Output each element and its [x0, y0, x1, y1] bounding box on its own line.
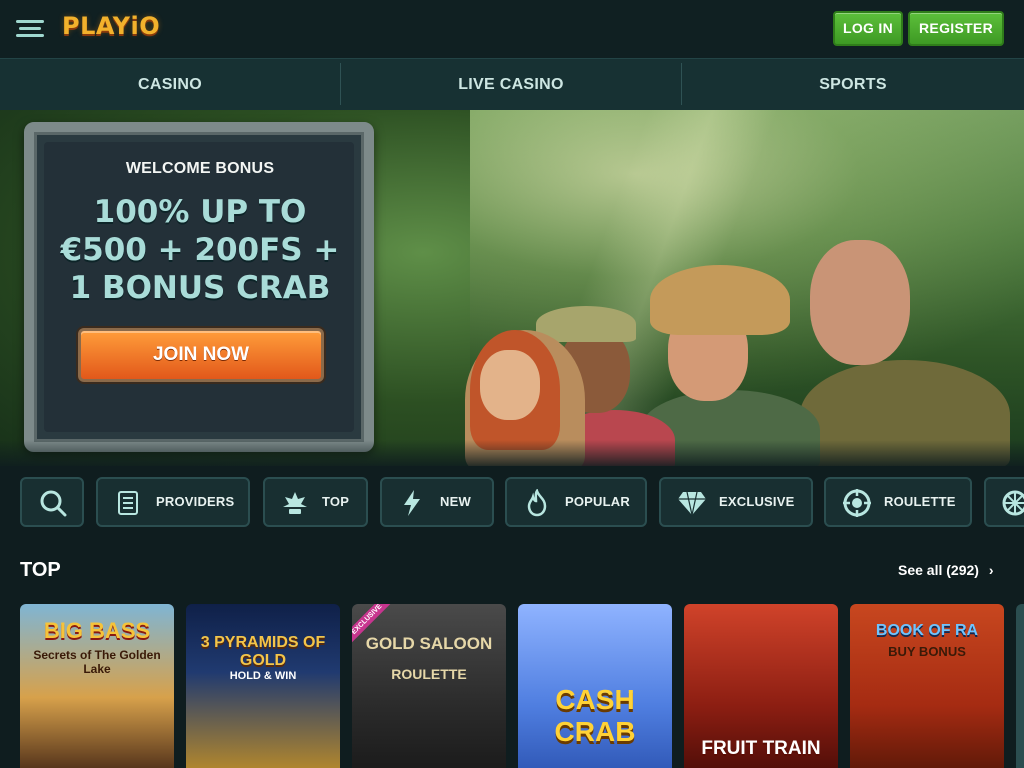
register-button[interactable]: REGISTER: [908, 11, 1004, 46]
category-exclusive[interactable]: EXCLUSIVE: [659, 477, 813, 527]
chevron-right-icon: ›: [988, 562, 994, 578]
game-title: 3 PYRAMIDS OF GOLD: [200, 634, 326, 669]
section-title: TOP: [20, 559, 61, 581]
login-button[interactable]: LOG IN: [833, 11, 903, 46]
category-label: PROVIDERS: [156, 494, 235, 509]
game-title: BIG BASS: [43, 618, 151, 643]
bonus-offer-line: €500 + 200FS +: [60, 232, 340, 268]
category-label: ROULETTE: [884, 494, 956, 509]
roulette-icon: [843, 489, 871, 517]
category-label: NEW: [440, 494, 471, 509]
hero-banner[interactable]: WELCOME BONUS 100% UP TO €500 + 200FS + …: [0, 110, 1024, 466]
bonus-offer-line: 100% UP TO: [93, 194, 307, 230]
nav-live-casino[interactable]: LIVE CASINO: [341, 59, 681, 111]
game-tile[interactable]: CASH CRAB: [518, 604, 672, 768]
lightning-icon: [404, 490, 420, 516]
flame-icon: [527, 489, 547, 517]
game-tile[interactable]: FRUIT TRAIN: [684, 604, 838, 768]
game-subtitle: BUY BONUS: [888, 644, 966, 659]
game-tile[interactable]: 3 PYRAMIDS OF GOLD HOLD & WIN: [186, 604, 340, 768]
game-tile[interactable]: EXCLUSIVE GOLD SALOON ROULETTE: [352, 604, 506, 768]
diamond-icon: [678, 491, 706, 516]
category-providers[interactable]: PROVIDERS: [96, 477, 250, 527]
game-title: BOOK OF RA: [875, 622, 979, 639]
game-subtitle: ROULETTE: [391, 666, 467, 682]
game-tile[interactable]: [1016, 604, 1024, 768]
header: PLAYiO LOG IN REGISTER: [0, 0, 1024, 58]
category-label: POPULAR: [565, 494, 630, 509]
game-title: GOLD SALOON: [365, 634, 493, 653]
category-popular[interactable]: POPULAR: [505, 477, 647, 527]
game-subtitle: HOLD & WIN: [229, 670, 297, 682]
search-icon: [40, 490, 67, 517]
explorer-figure: [810, 240, 910, 365]
welcome-bonus-label: WELCOME BONUS: [125, 160, 275, 177]
logo[interactable]: PLAYiO: [62, 12, 160, 40]
category-new[interactable]: NEW: [380, 477, 494, 527]
game-subtitle: Secrets of The Golden Lake: [33, 648, 161, 676]
search-button[interactable]: [20, 477, 84, 527]
wheel-icon: [1002, 490, 1024, 516]
game-title: CASH CRAB: [554, 684, 636, 747]
join-now-button[interactable]: JOIN NOW: [78, 328, 324, 382]
category-roulette[interactable]: ROULETTE: [824, 477, 972, 527]
category-more[interactable]: [984, 477, 1024, 527]
hamburger-menu-icon[interactable]: [16, 16, 44, 42]
hat-figure: [650, 265, 790, 335]
game-title: FRUIT TRAIN: [701, 738, 821, 759]
category-label: EXCLUSIVE: [719, 494, 795, 509]
category-top[interactable]: TOP: [263, 477, 368, 527]
game-tile[interactable]: BIG BASS Secrets of The Golden Lake: [20, 604, 174, 768]
nav-sports[interactable]: SPORTS: [682, 59, 1024, 111]
explorer-figure: [480, 350, 540, 420]
book-icon: [118, 491, 138, 515]
see-all-label: See all (292): [898, 562, 979, 578]
nav-casino[interactable]: CASINO: [0, 59, 340, 111]
bonus-offer-line: 1 BONUS CRAB: [69, 270, 331, 306]
category-label: TOP: [322, 494, 350, 509]
game-tile[interactable]: BOOK OF RA BUY BONUS: [850, 604, 1004, 768]
crown-leaf-icon: [283, 492, 307, 514]
main-nav: CASINO LIVE CASINO SPORTS: [0, 58, 1024, 110]
hero-fade: [0, 440, 1024, 470]
see-all-link[interactable]: See all (292) ›: [898, 562, 994, 578]
